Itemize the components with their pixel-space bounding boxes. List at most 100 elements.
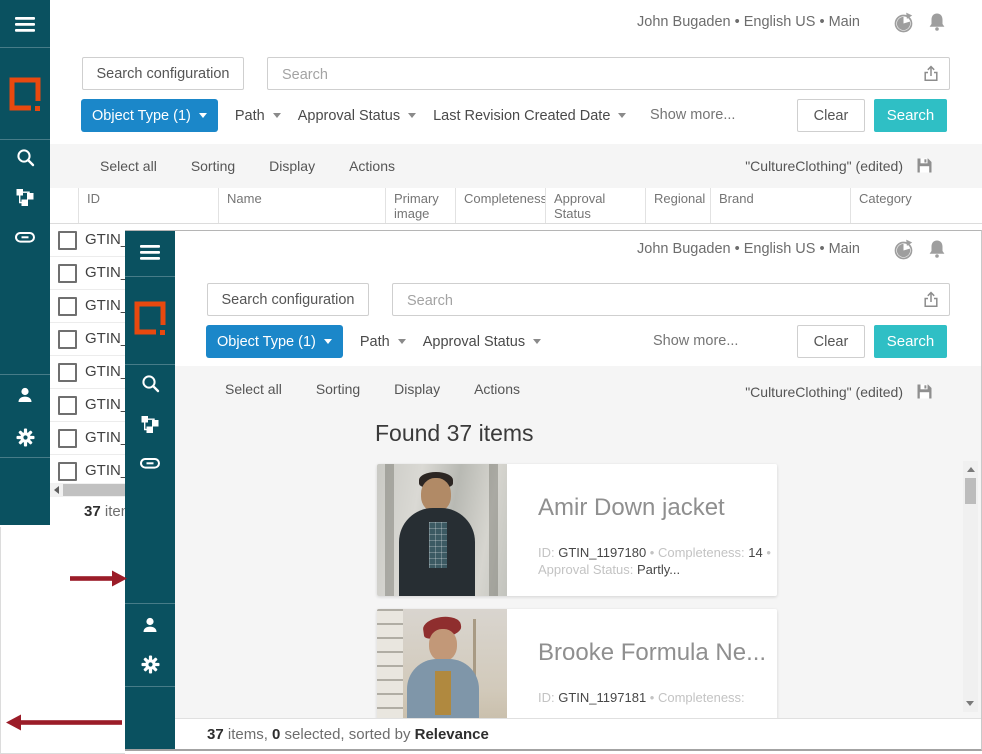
scrollbar-thumb[interactable] <box>965 478 976 504</box>
logo-mark[interactable] <box>0 76 50 113</box>
filter-chip-object-type[interactable]: Object Type (1) <box>81 99 218 132</box>
bell-icon[interactable] <box>928 239 946 264</box>
search-button[interactable]: Search <box>874 325 947 358</box>
search-configuration-button[interactable]: Search configuration <box>82 57 244 90</box>
search-box <box>267 57 950 90</box>
actions-button[interactable]: Actions <box>474 381 520 397</box>
column-approval-status[interactable]: Approval Status <box>545 188 645 223</box>
search-icon[interactable] <box>0 148 50 167</box>
product-card[interactable]: Brooke Formula Ne... ID: GTIN_1197181 • … <box>377 609 777 719</box>
scroll-left-arrow-icon[interactable] <box>54 486 59 494</box>
filter-chip-row: Object Type (1) Path Approval Status Las… <box>81 99 626 132</box>
search-input[interactable] <box>405 284 798 317</box>
hamburger-menu-icon[interactable] <box>125 245 175 260</box>
product-image <box>377 464 507 596</box>
column-category[interactable]: Category <box>850 188 982 223</box>
hierarchy-icon[interactable] <box>125 415 175 433</box>
export-icon[interactable] <box>923 65 939 87</box>
export-icon[interactable] <box>923 291 939 313</box>
chevron-down-icon <box>533 339 541 344</box>
main-area: John Bugaden • English US • Main Search … <box>175 231 981 749</box>
column-brand[interactable]: Brand <box>710 188 850 223</box>
sorting-button[interactable]: Sorting <box>191 158 235 174</box>
product-meta: ID: GTIN_1197181 • Completeness: <box>538 689 772 706</box>
product-card[interactable]: Amir Down jacket ID: GTIN_1197180 • Comp… <box>377 464 777 596</box>
status-bar: 37 items, 0 selected, sorted by Relevanc… <box>175 718 981 749</box>
user-icon[interactable] <box>0 386 50 404</box>
divider <box>125 364 175 365</box>
window-tile-view: John Bugaden • English US • Main Search … <box>125 230 982 751</box>
sidebar <box>125 231 175 749</box>
bell-icon[interactable] <box>928 12 946 37</box>
user-session-info[interactable]: John Bugaden • English US • Main <box>637 241 860 257</box>
row-checkbox[interactable] <box>58 330 77 349</box>
clear-button[interactable]: Clear <box>797 325 865 358</box>
gear-icon[interactable] <box>0 428 50 447</box>
search-input[interactable] <box>280 58 761 91</box>
display-button[interactable]: Display <box>269 158 315 174</box>
filter-chip-path[interactable]: Path <box>235 108 281 124</box>
divider <box>0 457 50 458</box>
filter-chip-object-type[interactable]: Object Type (1) <box>206 325 343 358</box>
filter-chip-last-revision-date[interactable]: Last Revision Created Date <box>433 108 626 124</box>
vertical-scrollbar[interactable] <box>963 461 978 712</box>
divider <box>0 139 50 140</box>
logo-mark[interactable] <box>125 300 175 337</box>
row-checkbox[interactable] <box>58 231 77 250</box>
chevron-down-icon <box>324 339 332 344</box>
annotation-arrow-left <box>6 714 122 736</box>
product-meta: ID: GTIN_1197180 • Completeness: 14 • Ap… <box>538 544 772 578</box>
product-title: Brooke Formula Ne... <box>538 639 767 667</box>
divider <box>0 47 50 48</box>
divider <box>125 276 175 277</box>
hierarchy-icon[interactable] <box>0 188 50 206</box>
column-primary-image[interactable]: Primary image <box>385 188 455 223</box>
save-icon[interactable] <box>916 383 933 405</box>
sorting-button[interactable]: Sorting <box>316 381 360 397</box>
sidebar <box>0 0 50 525</box>
row-checkbox[interactable] <box>58 297 77 316</box>
link-icon[interactable] <box>0 228 50 247</box>
gear-icon[interactable] <box>125 655 175 674</box>
scroll-down-arrow-icon[interactable] <box>966 701 974 706</box>
row-checkbox[interactable] <box>58 462 77 481</box>
show-more-link[interactable]: Show more... <box>650 107 735 123</box>
row-checkbox[interactable] <box>58 429 77 448</box>
filter-chip-approval-status[interactable]: Approval Status <box>423 334 541 350</box>
column-completeness[interactable]: Completeness <box>455 188 545 223</box>
row-checkbox[interactable] <box>58 264 77 283</box>
hamburger-menu-icon[interactable] <box>0 17 50 32</box>
display-button[interactable]: Display <box>394 381 440 397</box>
actions-button[interactable]: Actions <box>349 158 395 174</box>
save-icon[interactable] <box>916 157 933 179</box>
search-button[interactable]: Search <box>874 99 947 132</box>
row-checkbox[interactable] <box>58 363 77 382</box>
results-area: Found 37 items Amir Down jacket ID: GTIN… <box>175 412 981 719</box>
column-checkbox <box>50 188 78 223</box>
clear-button[interactable]: Clear <box>797 99 865 132</box>
annotation-arrow-right <box>70 570 127 592</box>
column-id[interactable]: ID <box>78 188 218 223</box>
divider <box>125 686 175 687</box>
filter-chip-path[interactable]: Path <box>360 334 406 350</box>
select-all-button[interactable]: Select all <box>100 158 157 174</box>
show-more-link[interactable]: Show more... <box>653 333 738 349</box>
user-icon[interactable] <box>125 616 175 634</box>
link-icon[interactable] <box>125 454 175 473</box>
saved-search-label: "CultureClothing" (edited) <box>745 158 903 174</box>
row-checkbox[interactable] <box>58 396 77 415</box>
column-regional[interactable]: Regional <box>645 188 710 223</box>
history-icon[interactable] <box>893 12 914 38</box>
column-name[interactable]: Name <box>218 188 385 223</box>
filter-chip-row: Object Type (1) Path Approval Status <box>206 325 541 358</box>
history-icon[interactable] <box>893 239 914 265</box>
scroll-up-arrow-icon[interactable] <box>967 467 975 472</box>
table-header: ID Name Primary image Completeness Appro… <box>50 188 982 224</box>
results-heading: Found 37 items <box>375 420 534 447</box>
user-session-info[interactable]: John Bugaden • English US • Main <box>637 14 860 30</box>
filter-chip-approval-status[interactable]: Approval Status <box>298 108 416 124</box>
search-configuration-button[interactable]: Search configuration <box>207 283 369 316</box>
search-icon[interactable] <box>125 374 175 393</box>
divider <box>125 603 175 604</box>
select-all-button[interactable]: Select all <box>225 381 282 397</box>
